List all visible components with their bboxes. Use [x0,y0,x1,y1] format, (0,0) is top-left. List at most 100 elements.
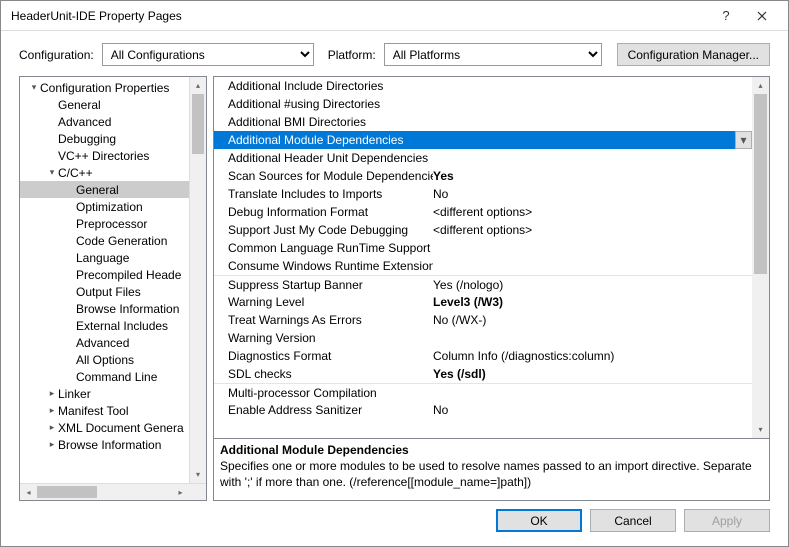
property-row[interactable]: Enable Address SanitizerNo [214,401,769,419]
property-value: No (/WX-) [433,313,769,327]
collapsed-icon[interactable]: ▸ [46,405,58,416]
tree-item[interactable]: ▾C/C++ [20,164,206,181]
property-name: Multi-processor Compilation [228,386,433,400]
property-row[interactable]: Diagnostics FormatColumn Info (/diagnost… [214,347,769,365]
collapsed-icon[interactable]: ▸ [46,422,58,433]
tree-item-label: Code Generation [76,234,167,248]
expanded-icon[interactable]: ▾ [46,167,58,178]
property-grid: Additional Include Directories Additional… [213,76,770,439]
tree-item[interactable]: Preprocessor [20,215,206,232]
property-value: No [433,187,769,201]
ok-button[interactable]: OK [496,509,582,532]
property-name: Treat Warnings As Errors [228,313,433,327]
property-name: Additional Include Directories [228,79,433,93]
tree-item[interactable]: Language [20,249,206,266]
tree-item[interactable]: Output Files [20,283,206,300]
tree-item[interactable]: ▸Browse Information [20,436,206,453]
configuration-manager-button[interactable]: Configuration Manager... [617,43,770,66]
scroll-right-icon[interactable]: ▸ [172,484,189,500]
grid-vertical-scrollbar[interactable]: ▴ ▾ [752,77,769,438]
property-row[interactable]: Additional #using Directories [214,95,769,113]
tree-item[interactable]: Advanced [20,334,206,351]
tree-item[interactable]: Browse Information [20,300,206,317]
tree-item[interactable]: External Includes [20,317,206,334]
window-title: HeaderUnit-IDE Property Pages [11,9,708,23]
property-row[interactable]: Translate Includes to ImportsNo [214,185,769,203]
collapsed-icon[interactable]: ▸ [46,439,58,450]
tree-vertical-scrollbar[interactable]: ▴ ▾ [189,77,206,483]
tree-item-label: Precompiled Heade [76,268,181,282]
property-row[interactable]: Additional Include Directories [214,77,769,95]
platform-select[interactable]: All Platforms [384,43,602,66]
tree-item-label: Optimization [76,200,143,214]
property-row[interactable]: Warning LevelLevel3 (/W3) [214,293,769,311]
property-row[interactable]: Warning Version [214,329,769,347]
tree-item[interactable]: Precompiled Heade [20,266,206,283]
cancel-button[interactable]: Cancel [590,509,676,532]
scroll-up-icon[interactable]: ▴ [190,77,206,94]
scrollbar-thumb[interactable] [754,94,767,274]
property-row[interactable]: Additional BMI Directories [214,113,769,131]
property-name: Scan Sources for Module Dependencies [228,169,433,183]
dropdown-button[interactable]: ▾ [735,131,752,149]
property-row[interactable]: Additional Header Unit Dependencies [214,149,769,167]
property-name: Additional Header Unit Dependencies [228,151,433,165]
configuration-select[interactable]: All Configurations [102,43,314,66]
tree-item-label: Output Files [76,285,141,299]
property-name: Common Language RunTime Support [228,241,433,255]
configuration-label: Configuration: [19,48,94,62]
tree-item-label: Configuration Properties [40,81,169,95]
property-row[interactable]: Suppress Startup BannerYes (/nologo) [214,275,769,293]
tree-item-label: General [58,98,101,112]
collapsed-icon[interactable]: ▸ [46,388,58,399]
tree-item[interactable]: ▸Manifest Tool [20,402,206,419]
tree-item-label: Debugging [58,132,116,146]
tree-item[interactable]: ▸Linker [20,385,206,402]
tree-item[interactable]: Advanced [20,113,206,130]
property-row[interactable]: Common Language RunTime Support [214,239,769,257]
tree-item[interactable]: Code Generation [20,232,206,249]
property-row[interactable]: SDL checksYes (/sdl) [214,365,769,383]
apply-button[interactable]: Apply [684,509,770,532]
tree-item-label: Command Line [76,370,157,384]
tree-item[interactable]: ▾Configuration Properties [20,79,206,96]
scroll-down-icon[interactable]: ▾ [752,421,769,438]
scrollbar-thumb[interactable] [192,94,204,154]
tree-item-label: Browse Information [58,438,161,452]
titlebar: HeaderUnit-IDE Property Pages ? [1,1,788,31]
tree-item[interactable]: Debugging [20,130,206,147]
property-row[interactable]: Debug Information Format<different optio… [214,203,769,221]
property-value: Column Info (/diagnostics:column) [433,349,769,363]
property-name: Warning Level [228,295,433,309]
tree-item-label: Browse Information [76,302,179,316]
tree-panel: ▾Configuration PropertiesGeneralAdvanced… [19,76,207,501]
property-row[interactable]: Consume Windows Runtime Extension [214,257,769,275]
tree-item[interactable]: VC++ Directories [20,147,206,164]
scroll-left-icon[interactable]: ◂ [20,484,37,500]
scroll-up-icon[interactable]: ▴ [752,77,769,94]
scrollbar-thumb[interactable] [37,486,97,498]
chevron-down-icon: ▾ [740,133,746,147]
tree-item[interactable]: ▸XML Document Genera [20,419,206,436]
tree-item[interactable]: All Options [20,351,206,368]
property-value: Yes [433,169,769,183]
property-row[interactable]: Additional Module Dependencies▾ [214,131,769,149]
tree-item[interactable]: General [20,96,206,113]
tree-item[interactable]: Optimization [20,198,206,215]
expanded-icon[interactable]: ▾ [28,82,40,93]
tree-horizontal-scrollbar[interactable]: ◂ ▸ [20,483,206,500]
scroll-down-icon[interactable]: ▾ [190,466,206,483]
tree-item[interactable]: General [20,181,206,198]
property-row[interactable]: Support Just My Code Debugging<different… [214,221,769,239]
property-value: <different options> [433,205,769,219]
tree-item-label: External Includes [76,319,168,333]
close-icon [757,11,767,21]
property-row[interactable]: Scan Sources for Module DependenciesYes [214,167,769,185]
tree-item[interactable]: Command Line [20,368,206,385]
help-button[interactable]: ? [708,2,744,30]
property-row[interactable]: Multi-processor Compilation [214,383,769,401]
property-value: <different options> [433,223,769,237]
property-row[interactable]: Treat Warnings As ErrorsNo (/WX-) [214,311,769,329]
tree-item-label: All Options [76,353,134,367]
close-button[interactable] [744,2,780,30]
